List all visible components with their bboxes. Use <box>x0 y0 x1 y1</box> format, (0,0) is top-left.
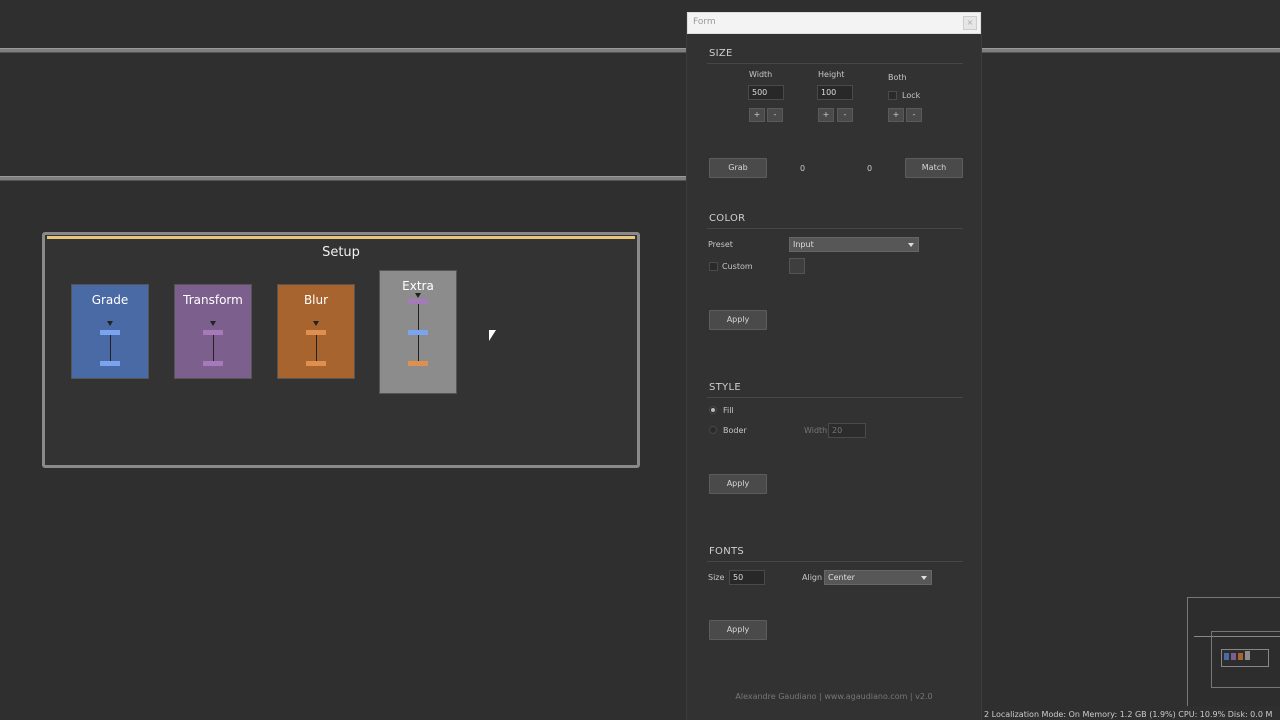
width-input[interactable]: 500 <box>748 85 784 100</box>
custom-color-swatch[interactable] <box>789 258 805 274</box>
status-bar: 2 Localization Mode: On Memory: 1.2 GB (… <box>984 710 1273 719</box>
backdrop-title: Setup <box>322 245 360 260</box>
close-button[interactable]: × <box>963 16 977 30</box>
input-arrow <box>107 321 113 326</box>
output-pin[interactable] <box>306 361 326 366</box>
section-style-heading: STYLE <box>709 382 741 393</box>
node-grade[interactable]: Grade <box>71 284 149 379</box>
minimap-node-blur <box>1238 653 1243 660</box>
chevron-down-icon <box>908 243 914 247</box>
backdrop-accent-bar <box>47 236 635 239</box>
lock-label: Lock <box>902 91 921 100</box>
form-footer: Alexandre Gaudiano | www.agaudiano.com |… <box>735 692 933 701</box>
input-arrow <box>313 321 319 326</box>
grab-x-value: 0 <box>800 164 806 173</box>
width-minus-button[interactable]: - <box>767 108 783 122</box>
input-arrow <box>415 293 421 298</box>
input-arrow <box>210 321 216 326</box>
color-apply-button[interactable]: Apply <box>709 310 767 330</box>
preset-select[interactable]: Input <box>789 237 919 252</box>
section-divider <box>707 561 963 562</box>
grab-y-value: 0 <box>867 164 873 173</box>
height-input[interactable]: 100 <box>817 85 853 100</box>
mouse-cursor-icon <box>489 330 496 341</box>
custom-label: Custom <box>722 262 753 271</box>
node-label: Extra <box>402 279 434 293</box>
font-size-input[interactable]: 50 <box>729 570 765 585</box>
section-divider <box>707 228 963 229</box>
width-plus-button[interactable]: + <box>749 108 765 122</box>
section-color-heading: COLOR <box>709 213 746 224</box>
section-divider <box>707 63 963 64</box>
minimap-node-extra <box>1245 651 1250 660</box>
border-label: Boder <box>723 426 747 435</box>
border-width-label: Width <box>804 426 828 435</box>
align-value: Center <box>828 573 855 582</box>
height-minus-button[interactable]: - <box>837 108 853 122</box>
border-radio[interactable] <box>709 426 717 434</box>
node-label: Blur <box>303 293 329 307</box>
minimap-node-grade <box>1224 653 1229 660</box>
width-label: Width <box>749 70 773 79</box>
output-pin[interactable] <box>408 361 428 366</box>
section-size-heading: SIZE <box>709 48 733 59</box>
fill-radio[interactable] <box>709 406 717 414</box>
section-fonts-heading: FONTS <box>709 546 745 557</box>
preset-value: Input <box>793 240 814 249</box>
custom-checkbox[interactable] <box>709 262 718 271</box>
node-extra[interactable]: Extra <box>379 270 457 394</box>
backdrop-edge-middle <box>0 176 688 181</box>
output-pin[interactable] <box>100 361 120 366</box>
fonts-apply-button[interactable]: Apply <box>709 620 767 640</box>
font-size-label: Size <box>708 573 725 582</box>
minimap-node-transform <box>1231 653 1236 660</box>
align-label: Align <box>802 573 823 582</box>
backdrop-edge-top <box>0 48 1280 53</box>
section-divider <box>707 397 963 398</box>
connection-wire <box>213 335 214 361</box>
fill-label: Fill <box>723 406 734 415</box>
align-select[interactable]: Center <box>824 570 932 585</box>
style-apply-button[interactable]: Apply <box>709 474 767 494</box>
node-blur[interactable]: Blur <box>277 284 355 379</box>
both-minus-button[interactable]: - <box>906 108 922 122</box>
connection-wire <box>418 335 419 361</box>
both-plus-button[interactable]: + <box>888 108 904 122</box>
match-button[interactable]: Match <box>905 158 963 178</box>
connection-wire <box>316 335 317 361</box>
connection-wire <box>418 304 419 330</box>
chevron-down-icon <box>921 576 927 580</box>
preset-label: Preset <box>708 240 733 249</box>
height-plus-button[interactable]: + <box>818 108 834 122</box>
node-label: Transform <box>183 293 243 307</box>
grab-button[interactable]: Grab <box>709 158 767 178</box>
connection-wire <box>110 335 111 361</box>
node-label: Grade <box>91 293 129 307</box>
form-panel: Form × SIZE Width Height Both 500 100 Lo… <box>686 12 982 720</box>
lock-checkbox[interactable] <box>888 91 897 100</box>
minimap[interactable] <box>1187 597 1280 706</box>
node-transform[interactable]: Transform <box>174 284 252 379</box>
node-graph-canvas[interactable]: Setup Grade Transform Blur Extra <box>0 0 1280 720</box>
border-width-input[interactable]: 20 <box>828 423 866 438</box>
form-title: Form <box>693 17 716 27</box>
form-titlebar[interactable]: Form × <box>687 12 981 34</box>
output-pin[interactable] <box>203 361 223 366</box>
height-label: Height <box>818 70 845 79</box>
both-label: Both <box>888 73 907 82</box>
